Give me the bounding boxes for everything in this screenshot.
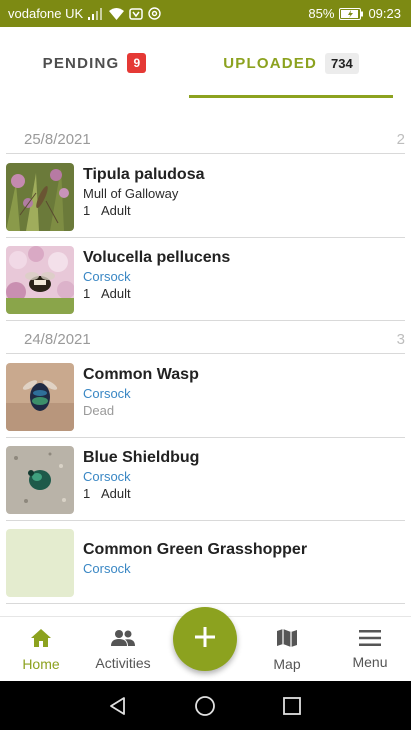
location: Corsock (83, 469, 131, 484)
pending-count-badge: 9 (127, 53, 147, 73)
nav-activities-label: Activities (95, 654, 151, 671)
location: Corsock (83, 561, 131, 576)
status-bar: vodafone UK 85% 09:23 (0, 0, 411, 27)
list-item[interactable]: Blue Shieldbug Corsock 1 Adult (6, 438, 405, 521)
back-triangle-icon (110, 697, 125, 715)
record-stage: Adult (101, 286, 131, 301)
plus-icon (194, 626, 216, 653)
tab-uploaded[interactable]: UPLOADED 734 (189, 27, 393, 99)
day-header: 25/8/2021 2 (6, 126, 405, 154)
square-icon (283, 697, 301, 715)
nav-map[interactable]: Map (246, 617, 328, 682)
nav-map-label: Map (273, 655, 301, 672)
record-number: 1 (83, 486, 91, 501)
hoverfly-photo (6, 246, 74, 314)
nfc-icon (129, 7, 143, 20)
clock: 09:23 (368, 6, 401, 21)
species-name: Common Wasp (83, 366, 199, 383)
tab-bar: PENDING 9 UPLOADED 734 (0, 27, 411, 99)
species-name: Volucella pellucens (83, 249, 231, 266)
recents-button[interactable] (279, 693, 305, 719)
record-details: 1 Adult (83, 485, 397, 502)
wasp-photo (6, 363, 74, 431)
record-status: Dead (83, 403, 115, 418)
record-details: 1 Adult (83, 285, 397, 302)
uploaded-count-badge: 734 (325, 52, 359, 74)
hamburger-icon (359, 629, 381, 651)
tab-uploaded-label: UPLOADED (223, 54, 318, 72)
nav-home-label: Home (22, 655, 60, 672)
species-name: Common Green Grasshopper (83, 541, 308, 558)
people-icon (111, 629, 135, 652)
shieldbug-photo (6, 446, 74, 514)
day-header: 24/8/2021 3 (6, 326, 405, 354)
day-date: 24/8/2021 (24, 331, 91, 348)
list-item[interactable]: Common Wasp Corsock Dead (6, 355, 405, 438)
record-number: 1 (83, 203, 91, 218)
home-icon (30, 628, 52, 653)
circle-icon (195, 696, 215, 716)
tab-pending[interactable]: PENDING 9 (0, 27, 189, 99)
species-name: Tipula paludosa (83, 166, 205, 183)
system-navigation-bar (0, 681, 411, 730)
battery-icon (339, 7, 364, 20)
location: Corsock (83, 386, 131, 401)
record-stage: Adult (101, 203, 131, 218)
at-icon (148, 7, 161, 20)
tab-pending-label: PENDING (42, 54, 120, 72)
location: Corsock (83, 269, 131, 284)
signal-icon (88, 7, 104, 20)
carrier-name: vodafone UK (8, 6, 84, 21)
add-record-button[interactable] (173, 607, 237, 671)
day-count: 2 (396, 131, 405, 148)
nav-activities[interactable]: Activities (82, 617, 164, 682)
crane-fly-photo (6, 163, 74, 231)
list-item[interactable]: Tipula paludosa Mull of Galloway 1 Adult (6, 155, 405, 238)
record-number: 1 (83, 286, 91, 301)
record-details: 1 Adult (83, 202, 397, 219)
battery-percent: 85% (308, 6, 335, 21)
list-item[interactable]: Common Green Grasshopper Corsock (6, 521, 405, 604)
day-count: 3 (396, 331, 405, 348)
nav-home[interactable]: Home (0, 617, 82, 682)
record-stage: Adult (101, 486, 131, 501)
map-icon (276, 628, 298, 653)
records-list[interactable]: 25/8/2021 2 Tipula paludosa Mull of Gall… (0, 100, 411, 616)
species-name: Blue Shieldbug (83, 449, 200, 466)
location: Mull of Galloway (83, 186, 179, 201)
day-date: 25/8/2021 (24, 131, 91, 148)
nav-menu[interactable]: Menu (329, 617, 411, 682)
back-button[interactable] (105, 693, 131, 719)
active-tab-indicator (189, 95, 393, 98)
list-item[interactable]: Volucella pellucens Corsock 1 Adult (6, 238, 405, 321)
home-system-button[interactable] (192, 693, 218, 719)
empty-photo (6, 529, 74, 597)
wifi-icon (109, 7, 125, 20)
nav-menu-label: Menu (352, 653, 388, 670)
